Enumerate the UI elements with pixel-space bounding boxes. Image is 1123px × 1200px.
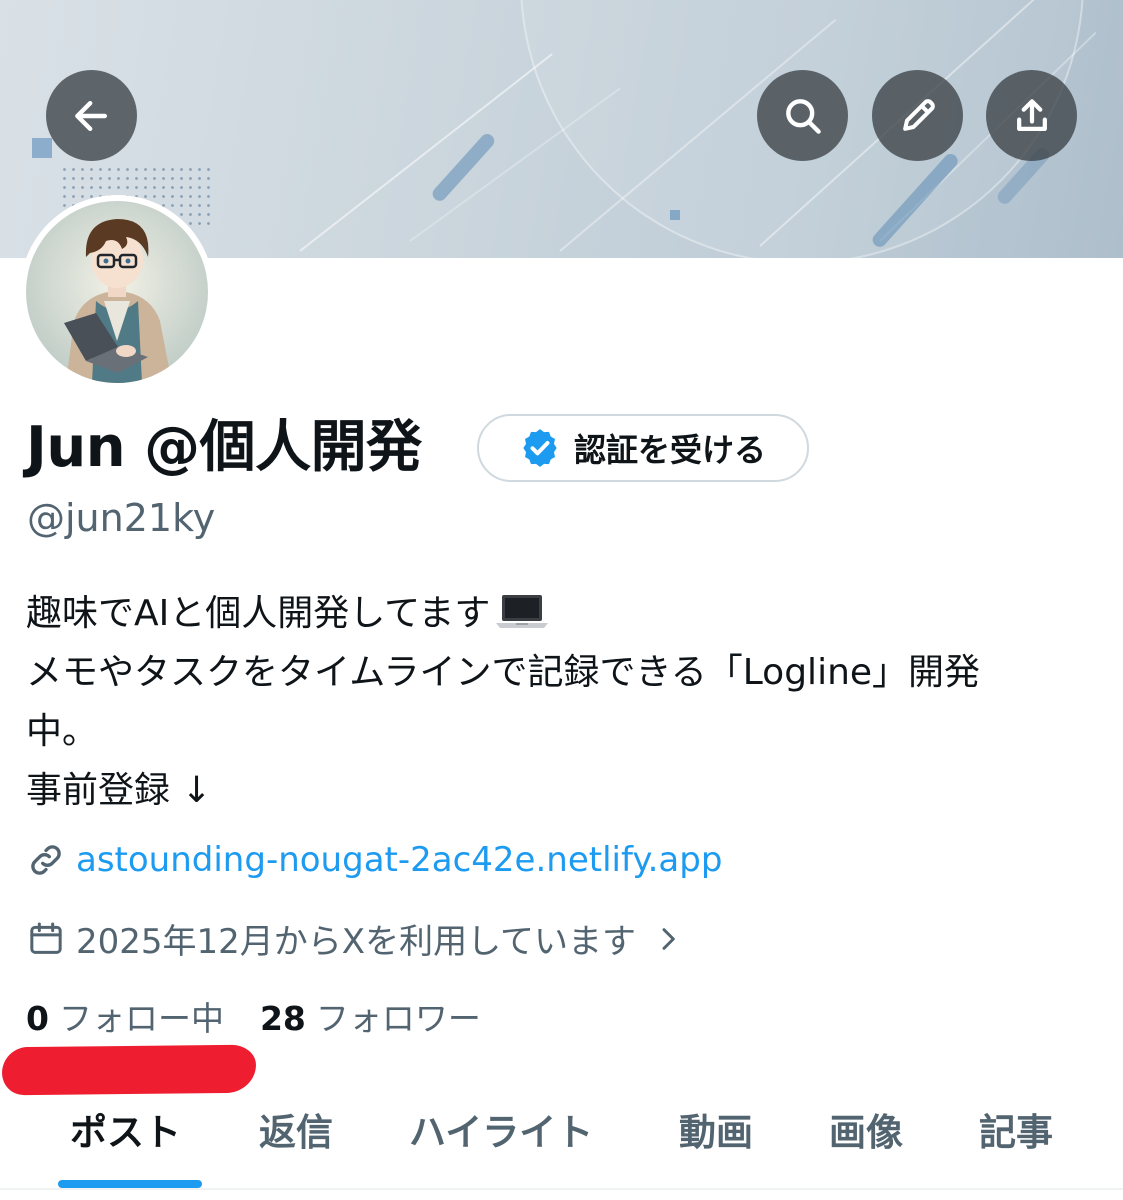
followers-count: 28 [259,999,306,1038]
calendar-icon [30,922,62,954]
pencil-icon [902,98,935,131]
following-count: 0 [26,999,49,1038]
search-icon [785,98,821,134]
edit-button[interactable] [872,70,963,161]
user-handle: @jun21ky [27,496,216,540]
following-label: フォロー中 [58,999,224,1038]
tab-posts[interactable]: ポスト [70,1102,181,1156]
follow-stats: 0 フォロー中 28 フォロワー [26,995,481,1043]
tab-replies[interactable]: 返信 [259,1102,333,1156]
banner-streak [299,53,553,252]
bio-line: 趣味でAIと個人開発してます [26,584,1096,643]
banner-square [32,138,52,158]
chevron-right-icon [662,927,675,950]
avatar-frame[interactable] [20,195,214,389]
profile-bio: 趣味でAIと個人開発してます メモやタスクをタイムラインで記録できる「Logli… [26,584,1096,820]
arrow-left-icon [74,100,107,131]
share-button[interactable] [986,70,1077,161]
joined-date: 2025年12月からXを利用しています [76,922,637,962]
tab-images[interactable]: 画像 [829,1102,903,1156]
bio-line: 中。 [26,711,99,752]
followers-label: フォロワー [315,999,481,1038]
bio-line-text: 趣味でAIと個人開発してます [26,593,491,634]
display-name: Jun @個人開発 [26,415,422,480]
share-upload-icon [1016,98,1047,131]
followers-stat[interactable]: 28 フォロワー [260,995,481,1043]
following-stat[interactable]: 0 フォロー中 [26,995,224,1043]
get-verified-button[interactable]: 認証を受ける [477,414,809,482]
avatar [26,201,208,383]
joined-date-row[interactable]: 2025年12月からXを利用しています [26,914,684,963]
tab-videos[interactable]: 動画 [679,1102,753,1156]
active-tab-indicator [58,1180,202,1188]
red-highlight-mark [1,1044,257,1096]
search-button[interactable] [757,70,848,161]
tab-highlights[interactable]: ハイライト [409,1102,593,1156]
verified-badge-icon [523,429,557,467]
bio-line: 事前登録 ↓ [26,770,212,811]
profile-link[interactable]: astounding-nougat-2ac42e.netlify.app [76,840,722,880]
profile-tabs: ポスト 返信 ハイライト 動画 画像 記事 [0,1092,1123,1192]
tabs-divider [0,1188,1123,1190]
banner-square [670,210,680,220]
back-button[interactable] [46,70,137,161]
profile-link-row[interactable]: astounding-nougat-2ac42e.netlify.app [26,840,722,880]
bio-line: メモやタスクをタイムラインで記録できる「Logline」開発 [26,652,981,693]
get-verified-label: 認証を受ける [573,431,766,469]
laptop-icon [496,595,549,628]
link-icon [31,845,61,875]
tab-articles[interactable]: 記事 [979,1102,1053,1156]
